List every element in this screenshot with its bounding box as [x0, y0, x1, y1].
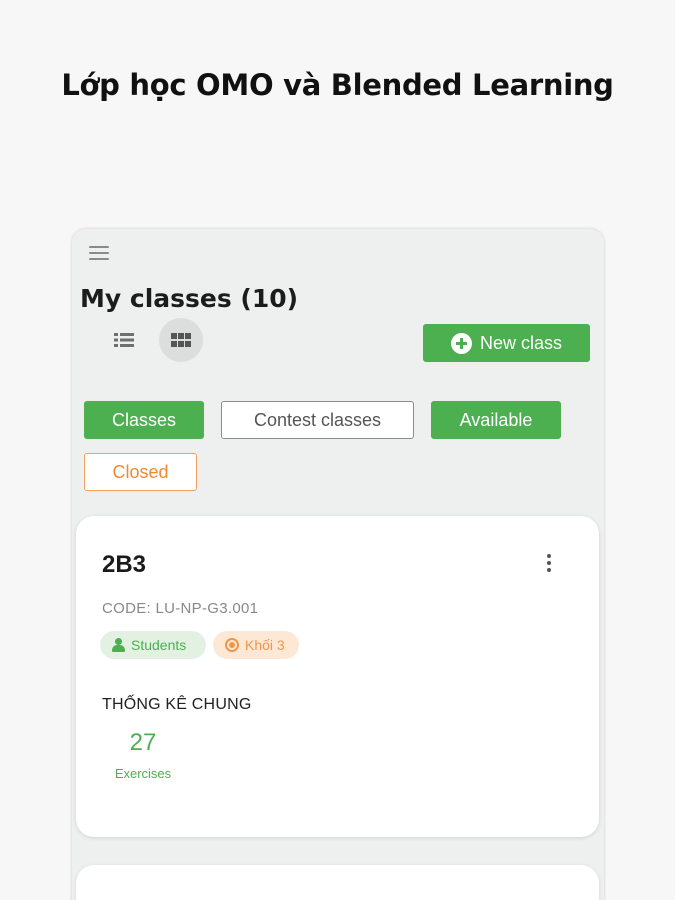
- promo-headline: Lớp học OMO và Blended Learning: [61, 68, 614, 102]
- class-card[interactable]: [76, 865, 599, 900]
- exercises-label: Exercises: [114, 766, 172, 781]
- filter-classes[interactable]: Classes: [84, 401, 204, 439]
- class-code: CODE: LU-NP-G3.001: [102, 600, 259, 617]
- page-title: My classes (10): [80, 284, 299, 313]
- students-tag-label: Students: [131, 637, 187, 653]
- grade-tag: Khối 3: [213, 631, 299, 659]
- filter-available[interactable]: Available: [431, 401, 561, 439]
- exercises-count: 27: [129, 729, 157, 756]
- app-screen: My classes (10) New class Classes Contes…: [72, 229, 604, 900]
- person-icon: [112, 638, 125, 652]
- grid-view-icon: [171, 333, 191, 347]
- new-class-button[interactable]: New class: [423, 324, 590, 362]
- plus-circle-icon: [450, 332, 472, 354]
- filter-closed[interactable]: Closed: [84, 453, 197, 491]
- class-name: 2B3: [102, 551, 147, 578]
- new-class-label: New class: [479, 332, 563, 353]
- hamburger-icon[interactable]: [89, 246, 109, 260]
- filter-contest-classes[interactable]: Contest classes: [221, 401, 414, 439]
- list-view-icon: [114, 333, 134, 347]
- class-card[interactable]: 2B3 CODE: LU-NP-G3.001 Students Khối 3 T…: [76, 516, 599, 837]
- grid-view-button[interactable]: [159, 318, 203, 362]
- stats-heading: THỐNG KÊ CHUNG: [102, 696, 252, 713]
- target-icon: [225, 638, 239, 652]
- grade-tag-label: Khối 3: [245, 637, 285, 653]
- students-tag[interactable]: Students: [100, 631, 206, 659]
- list-view-button[interactable]: [105, 321, 143, 359]
- more-options-icon[interactable]: [539, 552, 559, 574]
